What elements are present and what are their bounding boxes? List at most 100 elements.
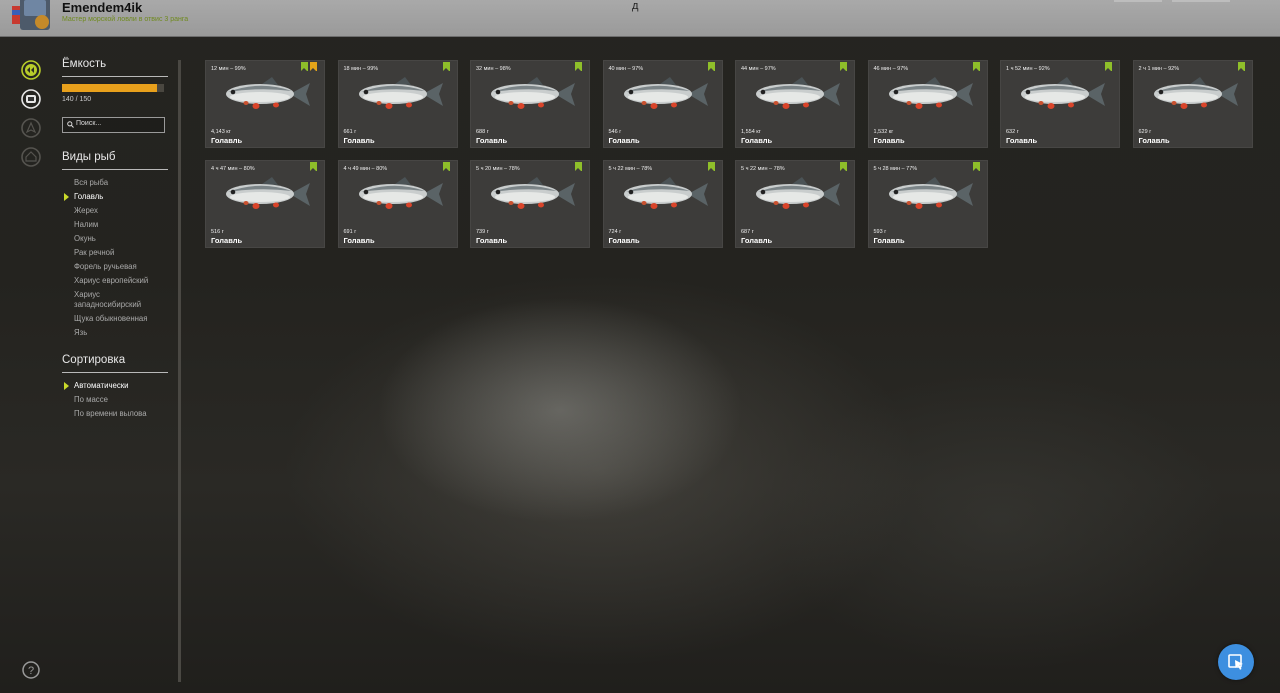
home-icon[interactable] — [21, 147, 41, 167]
bookmark-icon — [301, 62, 308, 71]
bookmark-icon — [575, 162, 582, 171]
fish-card[interactable]: 5 ч 22 мин – 78% 724 г Голавль — [602, 160, 723, 248]
fish-card[interactable]: 5 ч 20 мин – 78% 739 г Голавль — [470, 160, 590, 248]
fish-card[interactable]: 12 мин – 99% 4,143 кг Голавль — [205, 60, 325, 148]
list-item-label: Голавль — [74, 192, 104, 201]
chub-fish-image — [1015, 75, 1109, 113]
capacity-bar — [62, 84, 164, 92]
help-icon[interactable]: ? — [22, 661, 40, 679]
list-item-label: Форель ручьевая — [74, 262, 137, 271]
bookmark-icon — [575, 62, 582, 71]
header-title-fragment: д — [632, 0, 639, 12]
bookmark-icon — [840, 62, 847, 71]
catch-time: 18 мин – 99% — [343, 66, 379, 72]
species-item[interactable]: Вся рыба — [62, 178, 168, 188]
search-input[interactable]: Поиск... — [62, 117, 165, 133]
species-list: Вся рыба Голавль Жерех Налим Окунь Рак речной… — [62, 178, 168, 338]
fish-card[interactable]: 5 ч 28 мин – 77% 593 г Голавль — [867, 160, 988, 248]
fish-name: Голавль — [343, 236, 375, 245]
panel-divider — [178, 60, 181, 682]
species-item[interactable]: Форель ручьевая — [62, 262, 168, 272]
chub-fish-image — [353, 75, 447, 113]
fish-card[interactable]: 32 мин – 98% 688 г Голавль — [470, 60, 590, 148]
fish-name: Голавль — [608, 236, 640, 245]
species-item[interactable]: Окунь — [62, 234, 168, 244]
fish-keepnet-icon[interactable] — [21, 89, 41, 109]
fish-card[interactable]: 40 мин – 97% 546 г Голавль — [602, 60, 723, 148]
catch-time: 2 ч 1 мин – 92% — [1138, 66, 1180, 72]
fish-weight: 691 г — [343, 229, 357, 235]
sort-option[interactable]: По времени вылова — [62, 409, 168, 419]
fish-card[interactable]: 5 ч 22 мин – 78% 687 г Голавль — [735, 160, 855, 248]
fish-weight: 516 г — [211, 229, 224, 235]
fish-card[interactable]: 44 мин – 97% 1,554 кг Голавль — [735, 60, 855, 148]
catch-time: 5 ч 22 мин – 78% — [608, 166, 653, 172]
chub-fish-image — [618, 175, 712, 213]
list-item-label: Окунь — [74, 234, 96, 243]
capacity-value: 140 / 150 — [62, 96, 92, 103]
fish-card[interactable]: 4 ч 49 мин – 80% 691 г Голавль — [337, 160, 458, 248]
fish-card[interactable]: 1 ч 52 мин – 92% 632 г Голавль — [1000, 60, 1120, 148]
species-item[interactable]: Язь — [62, 328, 168, 338]
capacity-bar-fill — [62, 84, 158, 92]
species-item[interactable]: Рак речной — [62, 248, 168, 258]
species-item[interactable]: Жерех — [62, 206, 168, 216]
fish-name: Голавль — [741, 136, 773, 145]
sort-option[interactable]: По массе — [62, 395, 168, 405]
list-item-label: По массе — [74, 395, 108, 404]
chub-fish-image — [485, 75, 579, 113]
fish-card[interactable]: 4 ч 47 мин – 80% 516 г Голавль — [205, 160, 325, 248]
fish-card[interactable]: 18 мин – 99% 661 г Голавль — [337, 60, 458, 148]
fish-card[interactable]: 2 ч 1 мин – 92% 629 г Голавль — [1132, 60, 1253, 148]
bookmark-icon — [972, 62, 980, 71]
bookmark-icon — [442, 62, 450, 71]
trophy-bookmark-icon — [310, 62, 317, 71]
catch-time: 40 мин – 97% — [608, 66, 644, 72]
list-item-label: Щука обыкновенная — [74, 314, 148, 323]
fish-weight: 629 г — [1138, 129, 1152, 135]
fish-weight: 661 г — [343, 129, 357, 135]
list-item-label: По времени вылова — [74, 409, 147, 418]
fish-weight: 593 г — [873, 229, 887, 235]
fish-name: Голавль — [476, 136, 508, 145]
catch-time: 5 ч 20 мин – 78% — [476, 166, 520, 172]
map-icon[interactable] — [21, 118, 41, 138]
cursor-icon — [1228, 654, 1243, 670]
chub-fish-image — [220, 175, 314, 213]
species-item[interactable]: Хариус европейский — [62, 276, 168, 286]
top-right-tab[interactable] — [1172, 0, 1230, 2]
search-icon — [67, 121, 74, 128]
list-item-label: Вся рыба — [74, 178, 109, 187]
selected-marker — [64, 382, 69, 390]
selected-marker — [64, 193, 69, 201]
back-arrows-icon[interactable] — [21, 60, 41, 80]
sort-option[interactable]: Автоматически — [62, 381, 168, 391]
cursor-button[interactable] — [1218, 644, 1254, 680]
species-item[interactable]: Щука обыкновенная — [62, 314, 168, 324]
catch-time: 4 ч 49 мин – 80% — [343, 166, 388, 172]
fish-weight: 632 г — [1006, 129, 1019, 135]
fish-card[interactable]: 46 мин – 97% 1,532 кг Голавль — [867, 60, 988, 148]
sorting-title: Сортировка — [62, 354, 168, 373]
catch-time: 46 мин – 97% — [873, 66, 909, 72]
top-right-tab[interactable] — [1114, 0, 1162, 2]
species-item[interactable]: Налим — [62, 220, 168, 230]
sorting-list: Автоматически По массе По времени вылова — [62, 381, 168, 419]
fish-weight: 1,554 кг — [741, 129, 761, 135]
species-item[interactable]: Голавль — [62, 192, 168, 202]
chub-fish-image — [220, 75, 314, 113]
list-item-label: Автоматически — [74, 381, 129, 390]
player-avatar[interactable] — [10, 0, 54, 32]
bookmark-icon — [1237, 62, 1245, 71]
fish-name: Голавль — [741, 236, 773, 245]
list-item-label: Рак речной — [74, 248, 115, 257]
species-item[interactable]: Хариус западносибирский — [62, 290, 168, 310]
catch-time: 32 мин – 98% — [476, 66, 511, 72]
bookmark-icon — [707, 162, 715, 171]
fish-name: Голавль — [873, 236, 905, 245]
catch-time: 12 мин – 99% — [211, 66, 246, 72]
fish-weight: 739 г — [476, 229, 489, 235]
fish-weight: 687 г — [741, 229, 754, 235]
fish-name: Голавль — [211, 136, 243, 145]
chub-fish-image — [883, 75, 977, 113]
